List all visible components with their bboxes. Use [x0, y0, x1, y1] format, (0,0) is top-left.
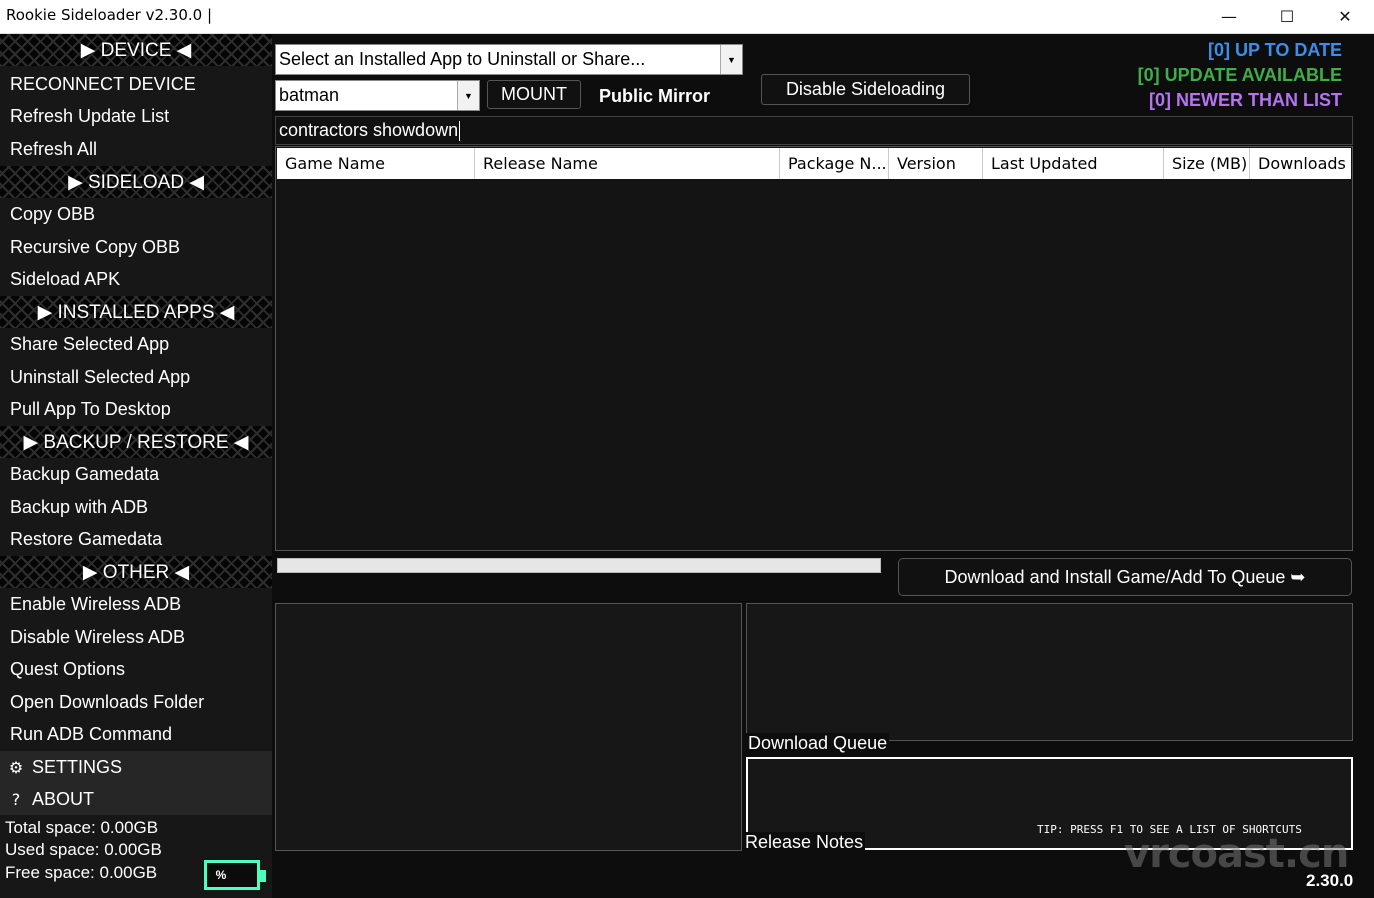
uninstall-selected-app-button[interactable]: Uninstall Selected App: [0, 361, 272, 393]
section-header-device[interactable]: ▶ DEVICE ◀: [0, 34, 272, 66]
section-header-label: ▶ DEVICE ◀: [80, 39, 192, 61]
battery-label: %: [215, 868, 227, 882]
settings-button[interactable]: ⚙ SETTINGS: [0, 751, 272, 783]
update-available-status[interactable]: [0] UPDATE AVAILABLE: [1138, 65, 1342, 86]
section-header-label: ▶ INSTALLED APPS ◀: [37, 301, 235, 323]
backup-gamedata-button[interactable]: Backup Gamedata: [0, 458, 272, 490]
refresh-update-list-button[interactable]: Refresh Update List: [0, 100, 272, 132]
column-header-downloads[interactable]: Downloads: [1250, 148, 1351, 179]
mirror-select[interactable]: batman ▼: [275, 80, 480, 111]
minimize-button[interactable]: —: [1200, 0, 1258, 32]
quest-options-button[interactable]: Quest Options: [0, 653, 272, 685]
reconnect-device-button[interactable]: RECONNECT DEVICE: [0, 68, 272, 100]
pull-app-to-desktop-button[interactable]: Pull App To Desktop: [0, 393, 272, 425]
sideload-apk-button[interactable]: Sideload APK: [0, 263, 272, 295]
share-selected-app-button[interactable]: Share Selected App: [0, 328, 272, 360]
refresh-all-button[interactable]: Refresh All: [0, 133, 272, 165]
open-downloads-folder-button[interactable]: Open Downloads Folder: [0, 686, 272, 718]
about-button[interactable]: ? ABOUT: [0, 783, 272, 815]
battery-icon: %: [204, 860, 266, 890]
run-adb-command-button[interactable]: Run ADB Command: [0, 718, 272, 750]
section-header-other[interactable]: ▶ OTHER ◀: [0, 556, 272, 588]
installed-apps-select[interactable]: Select an Installed App to Uninstall or …: [275, 44, 743, 75]
backup-with-adb-button[interactable]: Backup with ADB: [0, 491, 272, 523]
section-header-backup-restore[interactable]: ▶ BACKUP / RESTORE ◀: [0, 426, 272, 458]
column-header-release-name[interactable]: Release Name: [475, 148, 780, 179]
window-title: Rookie Sideloader v2.30.0 |: [6, 6, 213, 24]
help-icon: ?: [11, 789, 21, 809]
section-header-label: ▶ OTHER ◀: [82, 561, 190, 583]
chevron-down-icon[interactable]: ▼: [457, 81, 479, 110]
section-header-label: ▶ SIDELOAD ◀: [68, 171, 204, 193]
game-list-table[interactable]: Game Name Release Name Package N... Vers…: [275, 146, 1353, 551]
download-queue-list[interactable]: [746, 603, 1353, 741]
column-header-version[interactable]: Version: [889, 148, 983, 179]
column-header-game-name[interactable]: Game Name: [277, 148, 475, 179]
version-label: 2.30.0: [1306, 871, 1354, 890]
search-input[interactable]: contractors showdown: [275, 116, 1353, 145]
download-install-button[interactable]: Download and Install Game/Add To Queue ➥: [898, 558, 1352, 596]
about-label: ABOUT: [32, 788, 95, 809]
section-header-sideload[interactable]: ▶ SIDELOAD ◀: [0, 166, 272, 198]
settings-label: SETTINGS: [32, 756, 123, 777]
sidebar: ▶ DEVICE ◀ RECONNECT DEVICE Refresh Upda…: [0, 34, 272, 898]
search-input-value: contractors showdown: [279, 120, 459, 140]
mirror-label: Public Mirror: [599, 86, 711, 106]
disable-sideloading-button[interactable]: Disable Sideloading: [761, 74, 970, 105]
download-queue-label: Download Queue: [746, 733, 890, 754]
table-header: Game Name Release Name Package N... Vers…: [277, 148, 1351, 179]
mount-button[interactable]: MOUNT: [487, 80, 581, 109]
total-space-label: Total space: 0.00GB: [5, 818, 159, 837]
section-header-label: ▶ BACKUP / RESTORE ◀: [23, 431, 249, 453]
free-space-label: Free space: 0.00GB: [5, 863, 158, 882]
enable-wireless-adb-button[interactable]: Enable Wireless ADB: [0, 588, 272, 620]
column-header-size[interactable]: Size (MB): [1164, 148, 1250, 179]
newer-than-list-status[interactable]: [0] NEWER THAN LIST: [1149, 90, 1342, 111]
installed-apps-select-value: Select an Installed App to Uninstall or …: [279, 49, 646, 69]
close-button[interactable]: ✕: [1316, 0, 1374, 32]
chevron-down-icon[interactable]: ▼: [720, 45, 742, 74]
section-header-installed-apps[interactable]: ▶ INSTALLED APPS ◀: [0, 296, 272, 328]
game-info-panel: [275, 603, 742, 851]
release-notes-label: Release Notes: [743, 832, 866, 853]
maximize-button[interactable]: ☐: [1258, 0, 1316, 32]
download-progress-bar: [277, 558, 881, 573]
title-bar: Rookie Sideloader v2.30.0 | — ☐ ✕: [0, 0, 1374, 34]
gear-icon: ⚙: [8, 757, 24, 777]
text-caret: [459, 120, 461, 141]
column-header-last-updated[interactable]: Last Updated: [983, 148, 1164, 179]
mirror-select-value: batman: [279, 85, 340, 105]
recursive-copy-obb-button[interactable]: Recursive Copy OBB: [0, 231, 272, 263]
restore-gamedata-button[interactable]: Restore Gamedata: [0, 523, 272, 555]
up-to-date-status[interactable]: [0] UP TO DATE: [1208, 40, 1342, 61]
used-space-label: Used space: 0.00GB: [5, 840, 162, 859]
disable-wireless-adb-button[interactable]: Disable Wireless ADB: [0, 621, 272, 653]
column-header-package-name[interactable]: Package N...: [780, 148, 889, 179]
copy-obb-button[interactable]: Copy OBB: [0, 198, 272, 230]
